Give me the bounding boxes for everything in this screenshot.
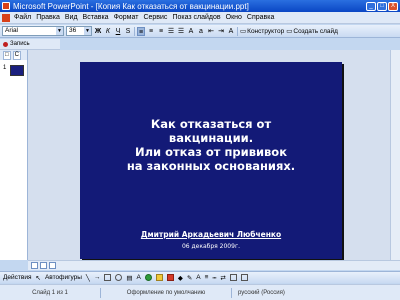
autoshapes-menu[interactable]: Автофигуры xyxy=(45,274,82,281)
panel-tabs: □ С xyxy=(0,50,27,60)
title-line: вакцинации. xyxy=(168,131,254,145)
slide-author[interactable]: Дмитрий Аркадьевич Любченко xyxy=(90,230,332,239)
3d-style-icon[interactable] xyxy=(240,274,248,281)
powerpoint-icon xyxy=(2,2,10,10)
constructor-button[interactable]: ▭ Конструктор xyxy=(240,27,285,36)
font-size-select[interactable]: 36 ▼ xyxy=(66,26,92,36)
vertical-scrollbar[interactable] xyxy=(390,50,400,260)
bullet-list-button[interactable]: ☰ xyxy=(177,27,185,36)
menu-file[interactable]: Файл xyxy=(14,14,31,21)
shadow-button[interactable]: S xyxy=(124,27,132,36)
fill-color-icon[interactable]: ◆ xyxy=(178,274,183,282)
picture-icon[interactable] xyxy=(166,274,174,281)
record-toolbar: Запись xyxy=(0,39,60,50)
menu-insert[interactable]: Вставка xyxy=(83,14,109,21)
chevron-down-icon: ▼ xyxy=(84,27,91,35)
line-icon[interactable]: ╲ xyxy=(86,274,90,282)
line-style-icon[interactable]: ≡ xyxy=(205,274,209,281)
font-color-button[interactable]: A xyxy=(227,27,235,36)
constructor-icon: ▭ xyxy=(240,28,247,35)
title-line: на законных основаниях. xyxy=(126,159,296,173)
italic-button[interactable]: К xyxy=(104,27,112,36)
title-bar: Microsoft PowerPoint - [Копия Как отказа… xyxy=(0,0,400,12)
wordart-icon[interactable]: A xyxy=(137,274,141,281)
rectangle-icon[interactable] xyxy=(104,274,112,281)
align-right-button[interactable]: ≡ xyxy=(157,27,165,36)
menu-view[interactable]: Вид xyxy=(65,14,78,21)
normal-view-button[interactable] xyxy=(31,262,38,269)
font-size-value: 36 xyxy=(69,27,77,34)
numbered-list-button[interactable]: ☰ xyxy=(167,27,175,36)
slide-date[interactable]: 06 декабря 2009г. xyxy=(90,243,332,250)
slide-editing-area: Как отказаться от вакцинации. Или отказ … xyxy=(28,50,390,260)
bold-button[interactable]: Ж xyxy=(94,27,102,36)
menu-bar: Файл Правка Вид Вставка Формат Сервис По… xyxy=(0,12,400,24)
constructor-label: Конструктор xyxy=(247,27,285,35)
tab-slides[interactable]: □ xyxy=(3,50,11,60)
menu-tools[interactable]: Сервис xyxy=(143,14,167,21)
close-button[interactable]: X xyxy=(388,1,398,11)
create-slide-button[interactable]: ▭ Создать слайд xyxy=(286,27,338,36)
slide-sorter-button[interactable] xyxy=(40,262,47,269)
arrow-style-icon[interactable]: ⇄ xyxy=(220,274,225,282)
slides-panel: □ С 1 xyxy=(0,50,28,260)
window-title: Microsoft PowerPoint - [Копия Как отказа… xyxy=(13,1,249,11)
font-select[interactable]: Arial ▼ xyxy=(2,26,64,36)
font-color-icon[interactable]: A xyxy=(196,274,200,281)
slide-title[interactable]: Как отказаться от вакцинации. Или отказ … xyxy=(90,117,332,173)
menu-help[interactable]: Справка xyxy=(247,14,274,21)
decrease-indent-button[interactable]: ⇤ xyxy=(207,27,215,36)
align-center-button[interactable]: ≡ xyxy=(147,27,155,36)
status-slide: Слайд 1 из 1 xyxy=(32,289,68,296)
restore-button[interactable]: □ xyxy=(377,1,387,11)
align-left-button[interactable]: ≡ xyxy=(137,26,145,36)
shadow-style-icon[interactable] xyxy=(229,274,237,281)
line-color-icon[interactable]: ✎ xyxy=(187,274,192,282)
tab-outline[interactable]: С xyxy=(12,50,21,60)
record-icon[interactable] xyxy=(3,41,8,47)
menu-format[interactable]: Формат xyxy=(114,14,139,21)
underline-button[interactable]: Ч xyxy=(114,27,122,36)
document-icon[interactable] xyxy=(2,13,10,22)
title-line: Или отказ от прививок xyxy=(134,145,288,159)
chevron-down-icon: ▼ xyxy=(56,27,63,35)
separator xyxy=(134,26,135,36)
status-language: русский (Россия) xyxy=(238,289,285,296)
dash-style-icon[interactable]: ┅ xyxy=(212,274,216,282)
decrease-font-button[interactable]: a xyxy=(197,27,205,36)
view-buttons-bar xyxy=(28,260,400,270)
separator xyxy=(237,26,238,36)
arrow-icon[interactable]: → xyxy=(94,274,101,281)
select-arrow-icon[interactable]: ↖ xyxy=(35,274,40,282)
slide-thumbnail[interactable] xyxy=(10,65,24,76)
menu-slideshow[interactable]: Показ слайдов xyxy=(172,14,220,21)
textbox-icon[interactable]: ▤ xyxy=(126,274,132,282)
draw-menu[interactable]: Действия xyxy=(3,274,31,281)
thumbnail-number: 1 xyxy=(3,65,7,71)
clipart-icon[interactable] xyxy=(155,274,163,281)
menu-window[interactable]: Окно xyxy=(226,14,242,21)
increase-font-button[interactable]: A xyxy=(187,27,195,36)
new-slide-icon: ▭ xyxy=(286,28,293,35)
title-line: Как отказаться от xyxy=(150,117,272,131)
minimize-button[interactable]: _ xyxy=(366,1,376,11)
drawing-toolbar: Действия ↖ Автофигуры ╲ → ▤ A ◆ ✎ A ≡ ┅ … xyxy=(0,271,400,283)
create-slide-label: Создать слайд xyxy=(293,27,338,35)
status-bar: Слайд 1 из 1 Оформление по умолчанию рус… xyxy=(0,284,400,300)
menu-edit[interactable]: Правка xyxy=(36,14,60,21)
formatting-toolbar: Arial ▼ 36 ▼ Ж К Ч S ≡ ≡ ≡ ☰ ☰ A a ⇤ ⇥ A… xyxy=(0,25,400,38)
font-value: Arial xyxy=(5,27,19,34)
record-label[interactable]: Запись xyxy=(10,41,30,47)
oval-icon[interactable] xyxy=(115,274,123,281)
increase-indent-button[interactable]: ⇥ xyxy=(217,27,225,36)
slide-canvas[interactable]: Как отказаться от вакцинации. Или отказ … xyxy=(80,62,342,259)
slideshow-button[interactable] xyxy=(49,262,56,269)
status-design: Оформление по умолчанию xyxy=(126,289,206,296)
diagram-icon[interactable] xyxy=(144,274,152,281)
